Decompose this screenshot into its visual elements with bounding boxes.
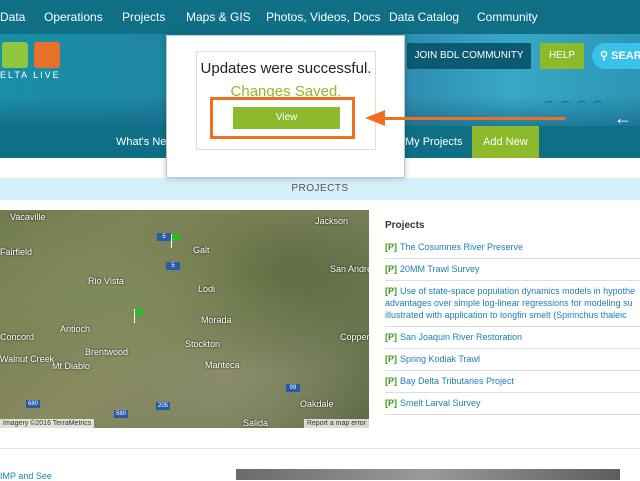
- logo-bird-icon[interactable]: [34, 42, 60, 68]
- nav-community[interactable]: Community: [477, 0, 538, 34]
- project-list-item[interactable]: [P] Use of state-space population dynamic…: [385, 281, 640, 327]
- map-label: Antioch: [60, 324, 91, 334]
- highlight-box: [210, 97, 355, 139]
- search-icon: ⚲: [600, 50, 609, 62]
- map-label: Jackson: [315, 216, 349, 226]
- nav-maps-gis[interactable]: Maps & GIS: [186, 0, 251, 34]
- subnav-my-projects[interactable]: My Projects: [405, 126, 462, 158]
- highway-shield: 580: [114, 410, 128, 418]
- highway-shield: 205: [156, 402, 170, 410]
- annotation-arrow-line: [385, 117, 565, 120]
- map-label: Concord: [0, 332, 35, 342]
- map-label: Rio Vista: [88, 276, 124, 286]
- map-label: Brentwood: [85, 347, 129, 357]
- subnav-whats-new[interactable]: What's Ne: [116, 126, 166, 158]
- logo-text: ELTA LIVE: [0, 70, 61, 80]
- map-label: Galt: [193, 245, 210, 255]
- project-list-item[interactable]: [P] Spring Kodiak Trawl: [385, 349, 640, 371]
- projects-list: Projects [P] The Cosumnes River Preserve …: [385, 220, 640, 450]
- annotation-arrow-icon: [365, 110, 385, 126]
- nav-photos-videos-docs[interactable]: Photos, Videos, Docs: [266, 0, 381, 34]
- project-marker-flag-icon[interactable]: [171, 234, 180, 248]
- project-list-item[interactable]: [P] San Joaquin River Restoration: [385, 327, 640, 349]
- search-label: SEAR: [611, 50, 640, 62]
- map-label: Mt Diablo: [52, 361, 91, 371]
- project-list-item[interactable]: [P] Bay Delta Tributaries Project: [385, 371, 640, 393]
- projects-section-title: PROJECTS: [0, 178, 640, 200]
- nav-data[interactable]: Data: [0, 0, 25, 34]
- projects-map[interactable]: Vacaville Jackson Fairfield Galt San And…: [0, 210, 369, 428]
- map-label: Stockton: [185, 339, 221, 349]
- birds-decoration: ⌒ ⌒ ⌒ ⌒: [545, 101, 605, 110]
- section-divider: [0, 448, 640, 449]
- help-button[interactable]: HELP: [540, 43, 584, 69]
- logo-leaf-icon[interactable]: [2, 42, 28, 68]
- highway-shield: 5: [166, 262, 180, 270]
- highway-shield: 99: [286, 384, 300, 392]
- top-nav: Data Operations Projects Maps & GIS Phot…: [0, 0, 640, 34]
- project-list-item[interactable]: [P] Smelt Larval Survey: [385, 393, 640, 415]
- project-list-item[interactable]: [P] 20MM Trawl Survey: [385, 259, 640, 281]
- map-label: Lodi: [198, 284, 216, 294]
- report-map-error-link[interactable]: Report a map error: [303, 419, 369, 428]
- join-community-button[interactable]: JOIN BDL COMMUNITY: [407, 43, 531, 69]
- map-label: Oakdale: [300, 399, 334, 409]
- map-label: Manteca: [205, 360, 240, 370]
- map-label: Salida: [243, 418, 269, 428]
- map-label: San Andreas: [330, 264, 369, 274]
- map-label: Vacaville: [10, 212, 46, 222]
- search-button[interactable]: ⚲ SEAR: [592, 43, 640, 69]
- back-arrow-icon[interactable]: ←: [614, 108, 632, 126]
- map-label: Fairfield: [0, 247, 33, 257]
- project-marker-flag-icon[interactable]: [134, 309, 143, 323]
- projects-list-heading: Projects: [385, 220, 425, 231]
- nav-operations[interactable]: Operations: [44, 0, 103, 34]
- map-label: Coppero: [340, 332, 369, 342]
- highway-shield: 5: [157, 233, 171, 241]
- nav-data-catalog[interactable]: Data Catalog: [389, 0, 459, 34]
- nav-projects[interactable]: Projects: [122, 0, 165, 34]
- project-list-item[interactable]: [P] The Cosumnes River Preserve: [385, 237, 640, 259]
- bottom-image: [236, 469, 620, 480]
- map-label: Walnut Creek: [0, 354, 55, 364]
- highway-shield: 680: [26, 400, 40, 408]
- map-attribution: Imagery ©2016 TerraMetrics: [0, 419, 95, 428]
- modal-success-message: Updates were successful.: [200, 60, 372, 77]
- map-label: Morada: [201, 315, 232, 325]
- add-new-button[interactable]: Add New: [472, 126, 539, 158]
